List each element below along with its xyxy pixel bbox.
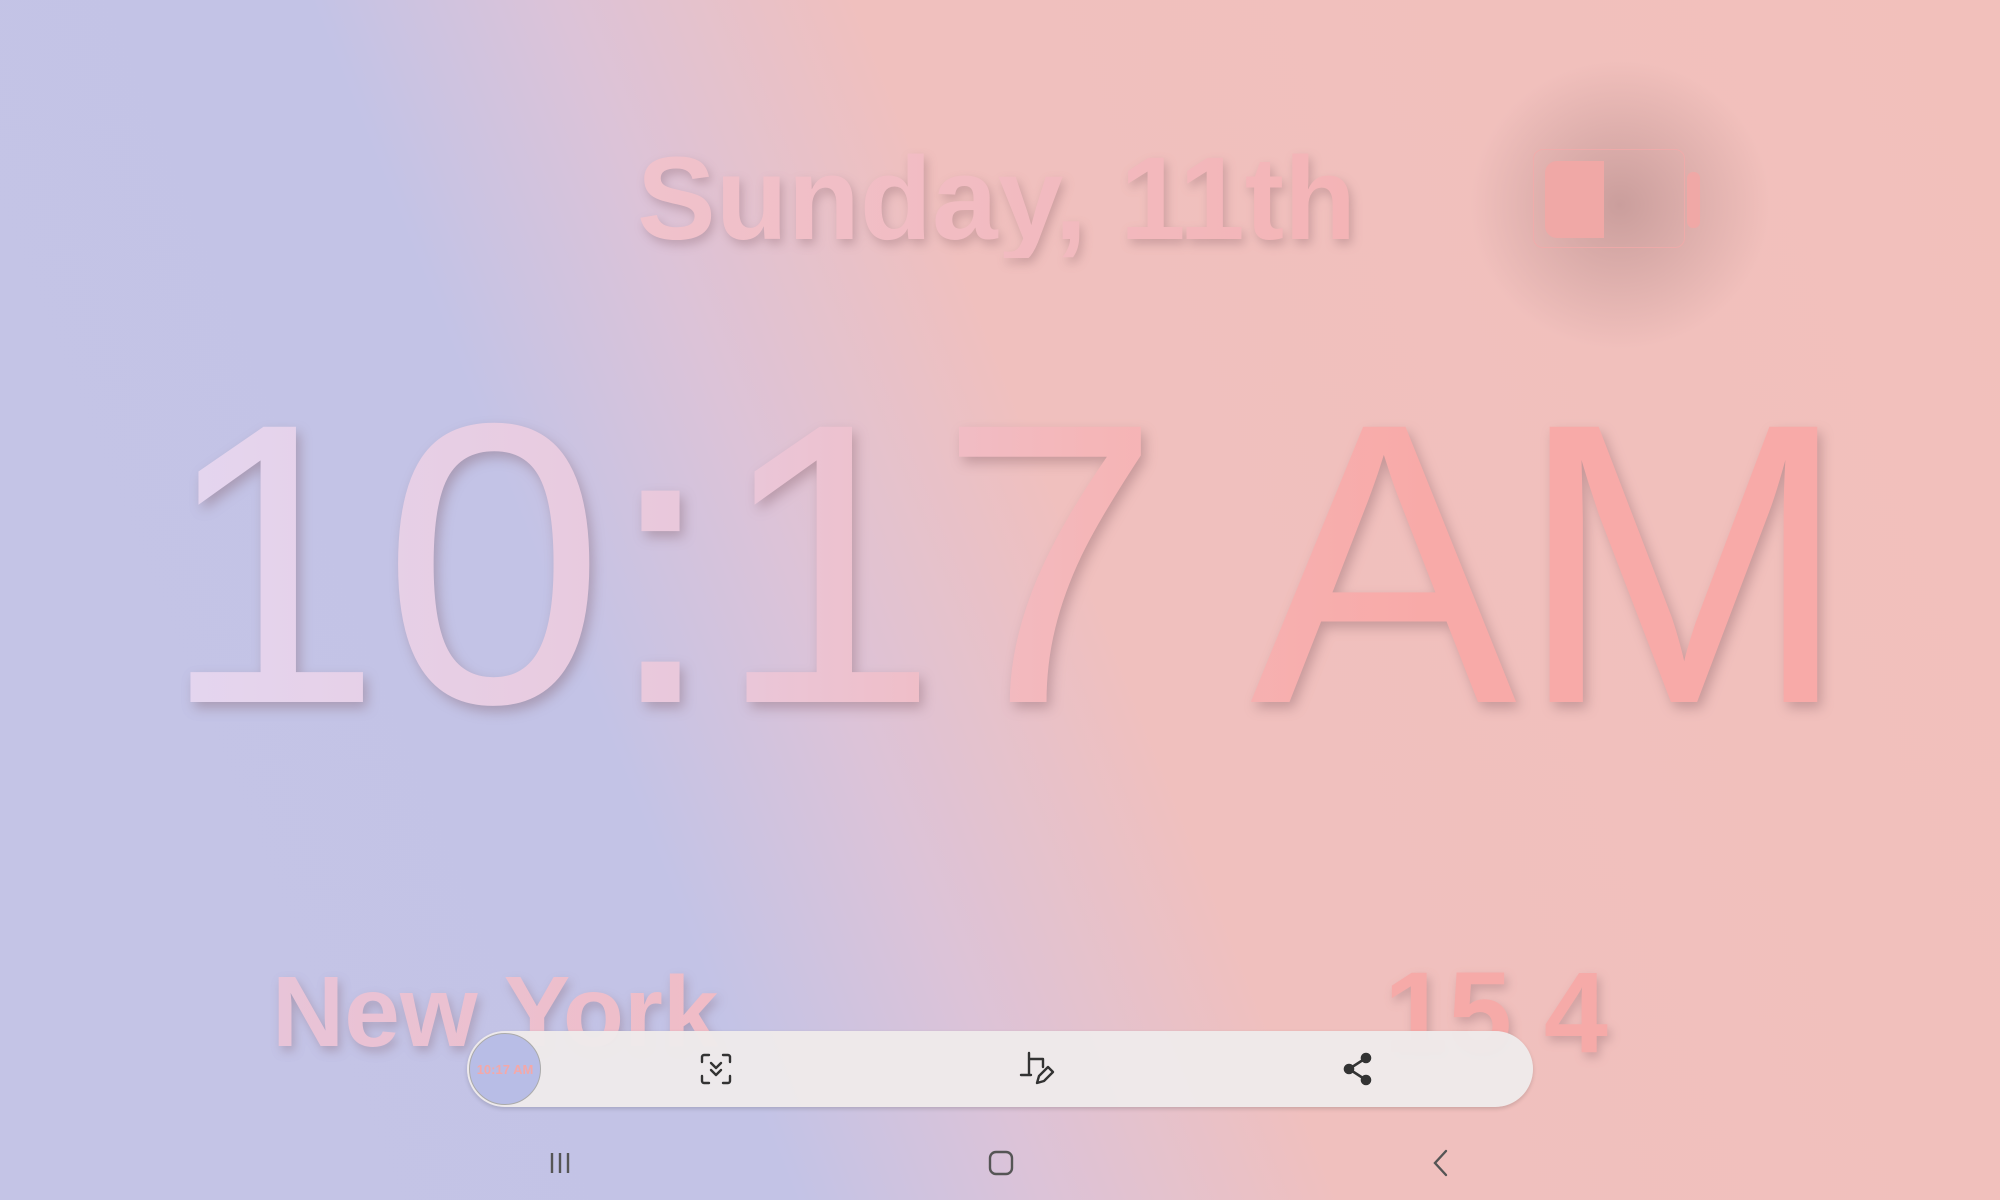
thumbnail-text: 10:17 AM bbox=[476, 1061, 534, 1077]
clock-time: 10:17 AM bbox=[160, 340, 1851, 787]
battery-fill bbox=[1545, 161, 1604, 238]
battery-icon bbox=[1533, 149, 1685, 248]
scroll-capture-icon[interactable] bbox=[698, 1051, 734, 1087]
screenshot-thumbnail[interactable]: 10:17 AM bbox=[469, 1033, 541, 1105]
battery-tip bbox=[1687, 172, 1700, 228]
home-icon[interactable] bbox=[981, 1145, 1021, 1181]
share-icon[interactable] bbox=[1340, 1051, 1376, 1087]
crop-edit-icon[interactable] bbox=[1019, 1051, 1055, 1087]
recents-icon[interactable] bbox=[540, 1145, 580, 1181]
back-icon[interactable] bbox=[1421, 1145, 1461, 1181]
date-text: Sunday, 11th bbox=[637, 133, 1357, 265]
